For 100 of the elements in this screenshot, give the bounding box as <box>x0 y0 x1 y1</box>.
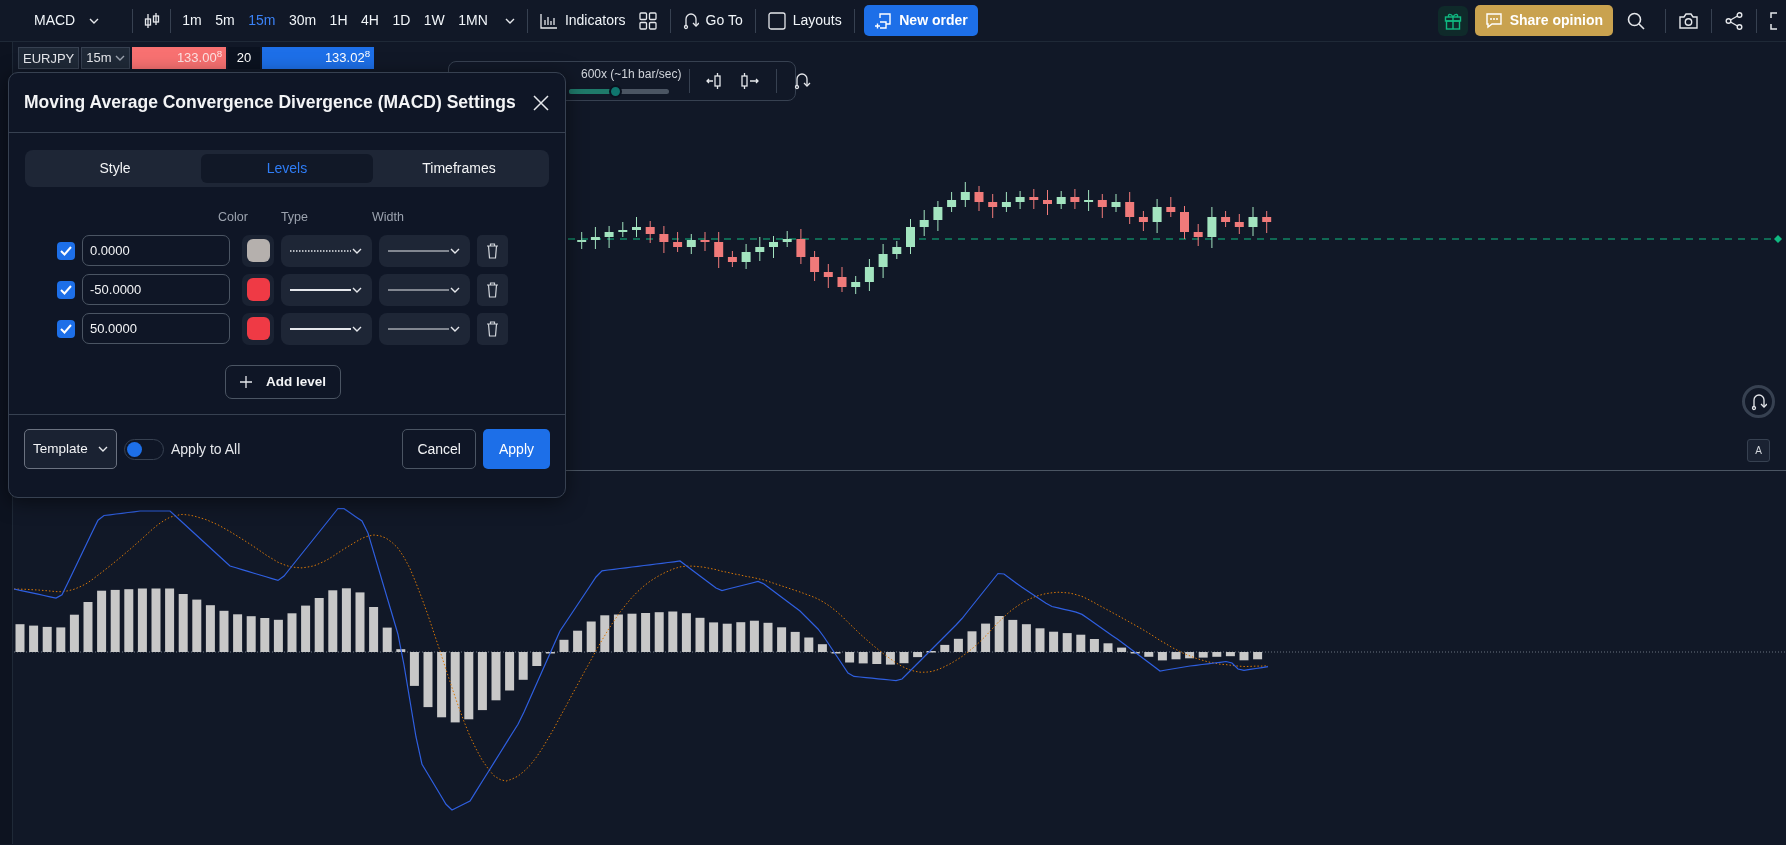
auto-scale-button[interactable]: A <box>1747 439 1770 462</box>
candle <box>864 258 874 292</box>
symbol-label[interactable]: EURJPY <box>18 47 80 69</box>
candle <box>919 209 929 237</box>
indicator-dropdown[interactable]: MACD <box>28 6 106 35</box>
candle <box>878 243 888 279</box>
candle <box>714 231 724 269</box>
trash-icon <box>486 242 499 259</box>
apply-to-all-label: Apply to All <box>171 439 241 459</box>
candle <box>1207 206 1217 249</box>
line-style-icon <box>290 325 351 332</box>
delete-button[interactable] <box>477 312 508 345</box>
search-icon[interactable] <box>1627 11 1645 30</box>
candle <box>1166 196 1176 218</box>
timeframe-tab[interactable]: 1W <box>418 6 450 35</box>
candle <box>1015 190 1025 210</box>
add-level-button[interactable]: Add level <box>225 364 341 399</box>
interval-dropdown[interactable]: 15m <box>81 47 131 69</box>
candle <box>1125 191 1135 225</box>
column-header: Type <box>280 209 308 226</box>
candle <box>1029 188 1039 210</box>
candle <box>1193 223 1203 247</box>
apply-button[interactable]: Apply <box>482 429 550 469</box>
candle <box>837 266 847 293</box>
timeframe-tab[interactable]: 1D <box>387 6 416 35</box>
candle <box>1138 210 1148 232</box>
camera-icon[interactable] <box>1679 12 1698 29</box>
new-order-button[interactable]: New order <box>864 5 978 36</box>
timeframe-tab[interactable]: 5m <box>210 6 240 35</box>
line-width-dropdown[interactable] <box>379 273 470 306</box>
candle <box>659 225 669 254</box>
level-value-field[interactable]: 50.0000 <box>82 313 230 345</box>
level-value-field[interactable]: 0.0000 <box>82 235 230 267</box>
close-icon[interactable] <box>533 94 549 111</box>
candle <box>604 225 614 249</box>
candle <box>974 185 984 212</box>
color-picker[interactable] <box>242 273 274 306</box>
grid-icon[interactable] <box>638 11 657 30</box>
candlestick-icon[interactable] <box>142 11 161 30</box>
delete-button[interactable] <box>477 234 508 267</box>
timeframe-tab[interactable]: 1MN <box>453 6 493 35</box>
timeframe-tab[interactable]: 4H <box>356 6 384 35</box>
chevron-down-icon <box>450 286 460 293</box>
level-checkbox[interactable] <box>57 319 75 338</box>
trash-icon <box>486 320 499 337</box>
candle <box>700 231 710 252</box>
color-picker[interactable] <box>242 234 274 267</box>
template-dropdown[interactable]: Template <box>24 429 117 469</box>
bar-chart-icon <box>539 12 558 29</box>
candle <box>1111 193 1121 213</box>
chevron-down-icon <box>450 247 460 254</box>
candle <box>632 216 641 238</box>
share-icon[interactable] <box>1725 11 1743 30</box>
timeframe-tab[interactable]: 1H <box>324 6 353 35</box>
chat-bubble-icon <box>1484 12 1503 29</box>
go-to-realtime-button[interactable] <box>1742 385 1775 418</box>
candle <box>1262 210 1272 234</box>
chevron-down-icon <box>352 325 362 332</box>
cancel-button[interactable]: Cancel <box>402 429 476 469</box>
apply-to-all-toggle[interactable] <box>124 438 164 460</box>
candle <box>1070 188 1080 210</box>
gift-button[interactable] <box>1437 5 1468 36</box>
candle <box>769 235 778 259</box>
new-order-icon <box>874 11 893 30</box>
line-width-dropdown[interactable] <box>379 234 470 267</box>
curved-arrow-icon <box>793 72 811 91</box>
step-forward-icon <box>740 72 760 91</box>
candle <box>577 231 587 250</box>
buy-price[interactable]: 133.02$^{8}$ <box>262 47 375 69</box>
line-width-dropdown[interactable] <box>379 312 470 345</box>
settings-tab[interactable]: Timeframes <box>373 154 545 183</box>
line-type-dropdown[interactable] <box>281 312 372 345</box>
spread-value: 20 <box>228 47 261 69</box>
color-picker[interactable] <box>242 312 274 345</box>
fullscreen-icon[interactable] <box>1770 11 1778 30</box>
level-checkbox[interactable] <box>57 280 75 299</box>
candle <box>618 221 628 238</box>
level-value-field[interactable]: -50.0000 <box>82 274 230 306</box>
candle <box>823 263 833 289</box>
checkmark-icon <box>60 245 72 256</box>
line-type-dropdown[interactable] <box>281 273 372 306</box>
settings-tab[interactable]: Levels <box>201 154 373 183</box>
candle <box>960 181 970 208</box>
candle <box>1248 206 1258 237</box>
candle <box>906 218 915 255</box>
candle <box>673 231 683 253</box>
delete-button[interactable] <box>477 273 508 306</box>
candle <box>947 191 957 213</box>
level-checkbox[interactable] <box>57 241 75 260</box>
chevron-down-icon <box>504 18 515 25</box>
candle <box>741 243 751 270</box>
line-style-icon <box>290 286 351 293</box>
settings-tab[interactable]: Style <box>29 154 201 183</box>
go-to-button[interactable]: Go To <box>676 6 749 35</box>
dialog-title: Moving Average Convergence Divergence (MACD) Settings <box>24 91 516 115</box>
indicators-button[interactable]: Indicators <box>533 6 632 35</box>
timeframe-tab[interactable]: 1m <box>177 6 207 35</box>
timeframe-tab[interactable]: 30m <box>283 6 322 35</box>
timeframe-tab[interactable]: 15m <box>243 6 281 35</box>
layouts-button[interactable]: Layouts <box>761 6 848 35</box>
